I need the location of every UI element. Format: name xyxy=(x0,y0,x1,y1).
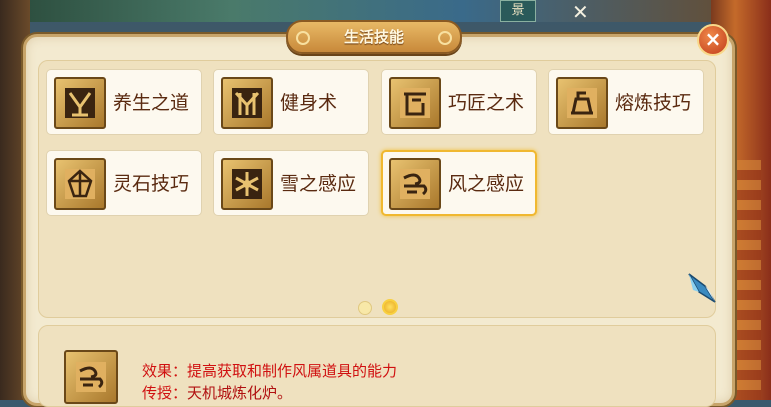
jianshen-icon xyxy=(221,77,273,129)
crystal-icon xyxy=(685,268,719,304)
skill-card-jianshen[interactable]: 健身术 xyxy=(213,69,369,135)
effect-value: 提高获取和制作风属道具的能力 xyxy=(187,362,398,380)
teach-value: 天机城炼化炉。 xyxy=(187,384,293,402)
skill-label: 健身术 xyxy=(280,92,338,114)
background-scene-top xyxy=(0,0,771,22)
teach-label: 传授： xyxy=(142,384,188,402)
page-dot-1[interactable] xyxy=(358,301,372,315)
ronglian-icon xyxy=(556,77,608,129)
page-dot-2[interactable] xyxy=(382,299,398,315)
lingshi-icon xyxy=(54,158,106,210)
skill-label: 巧匠之术 xyxy=(448,92,525,114)
skill-label: 灵石技巧 xyxy=(113,173,190,195)
skill-label: 养生之道 xyxy=(113,92,190,114)
skill-label: 雪之感应 xyxy=(280,173,357,195)
snowflake-icon xyxy=(221,158,273,210)
wind-icon xyxy=(389,158,441,210)
skill-label: 风之感应 xyxy=(448,173,525,195)
skill-card-qiaojiang[interactable]: 巧匠之术 xyxy=(381,69,537,135)
detail-effect: 效果：提高获取和制作风属道具的能力 xyxy=(142,360,397,381)
qiaojiang-icon xyxy=(389,77,441,129)
skill-card-ronglian[interactable]: 熔炼技巧 xyxy=(548,69,704,135)
skill-card-feng[interactable]: 风之感应 xyxy=(381,150,537,216)
panel-title: 生活技能 xyxy=(343,28,404,46)
skill-card-lingshi[interactable]: 灵石技巧 xyxy=(46,150,202,216)
close-button[interactable]: × xyxy=(697,24,729,56)
page-indicator xyxy=(358,298,398,316)
background-close-icon: ✕ xyxy=(572,0,589,24)
yangsheng-icon xyxy=(54,77,106,129)
wind-icon xyxy=(64,350,118,404)
skill-label: 熔炼技巧 xyxy=(615,92,692,114)
effect-label: 效果： xyxy=(142,362,188,380)
scene-tag[interactable]: 景 xyxy=(500,0,536,22)
skill-card-xue[interactable]: 雪之感应 xyxy=(213,150,369,216)
title-plate: 生活技能 xyxy=(286,20,462,54)
skill-card-yangsheng[interactable]: 养生之道 xyxy=(46,69,202,135)
